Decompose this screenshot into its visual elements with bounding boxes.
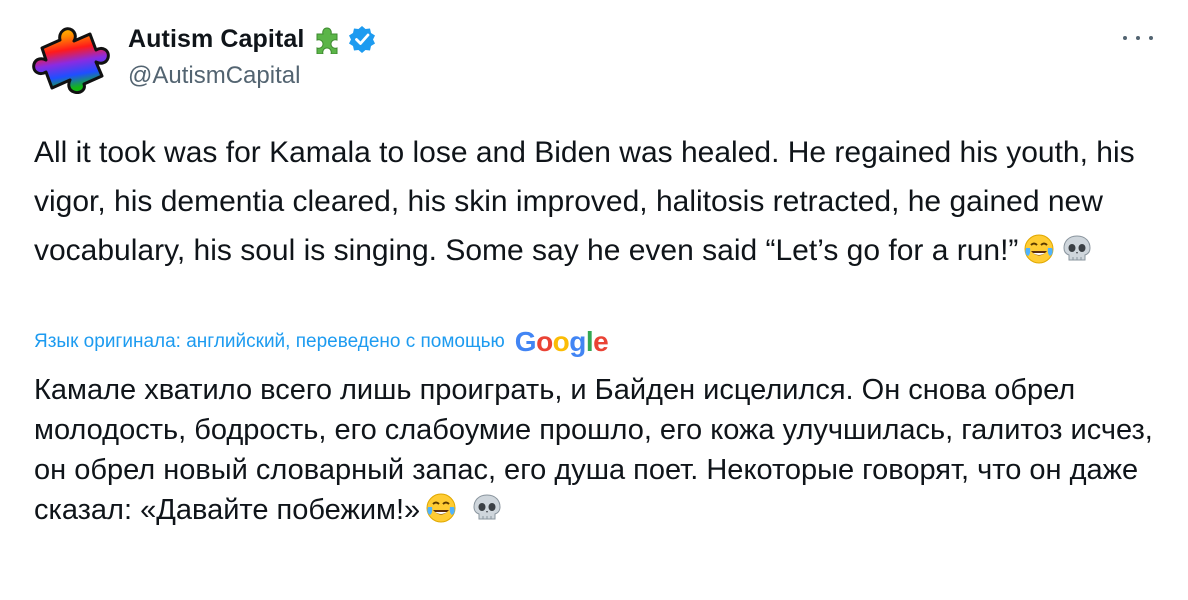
- dot-icon: [1149, 36, 1153, 40]
- skull-icon: [470, 491, 504, 525]
- dot-icon: [1136, 36, 1140, 40]
- translation-link[interactable]: Язык оригинала: английский, переведено с…: [34, 331, 505, 353]
- dot-icon: [1123, 36, 1127, 40]
- author-display-name[interactable]: Autism Capital: [128, 25, 304, 54]
- tweet-card: Autism Capital @AutismCapital All it too…: [0, 0, 1188, 600]
- translated-body: Камале хватило всего лишь проиграть, и Б…: [34, 370, 1154, 530]
- tweet-body: All it took was for Kamala to lose and B…: [34, 128, 1154, 275]
- rainbow-puzzle-avatar-icon: [32, 27, 110, 94]
- skull-icon: [1060, 232, 1094, 266]
- author-handle[interactable]: @AutismCapital: [128, 62, 300, 90]
- more-options-button[interactable]: [1120, 26, 1156, 50]
- tweet-text: All it took was for Kamala to lose and B…: [34, 136, 1135, 267]
- translated-text: Камале хватило всего лишь проиграть, и Б…: [34, 374, 1153, 526]
- avatar[interactable]: [30, 22, 114, 94]
- google-logo: Google: [514, 326, 609, 357]
- puzzle-piece-icon: [312, 24, 342, 55]
- translation-attribution: Язык оригинала: английский, переведено с…: [34, 325, 609, 359]
- face-with-tears-of-joy-icon: [1022, 232, 1056, 266]
- author-name-row: Autism Capital: [128, 22, 377, 56]
- verified-badge-icon[interactable]: [347, 24, 377, 54]
- face-with-tears-of-joy-icon: [424, 491, 458, 525]
